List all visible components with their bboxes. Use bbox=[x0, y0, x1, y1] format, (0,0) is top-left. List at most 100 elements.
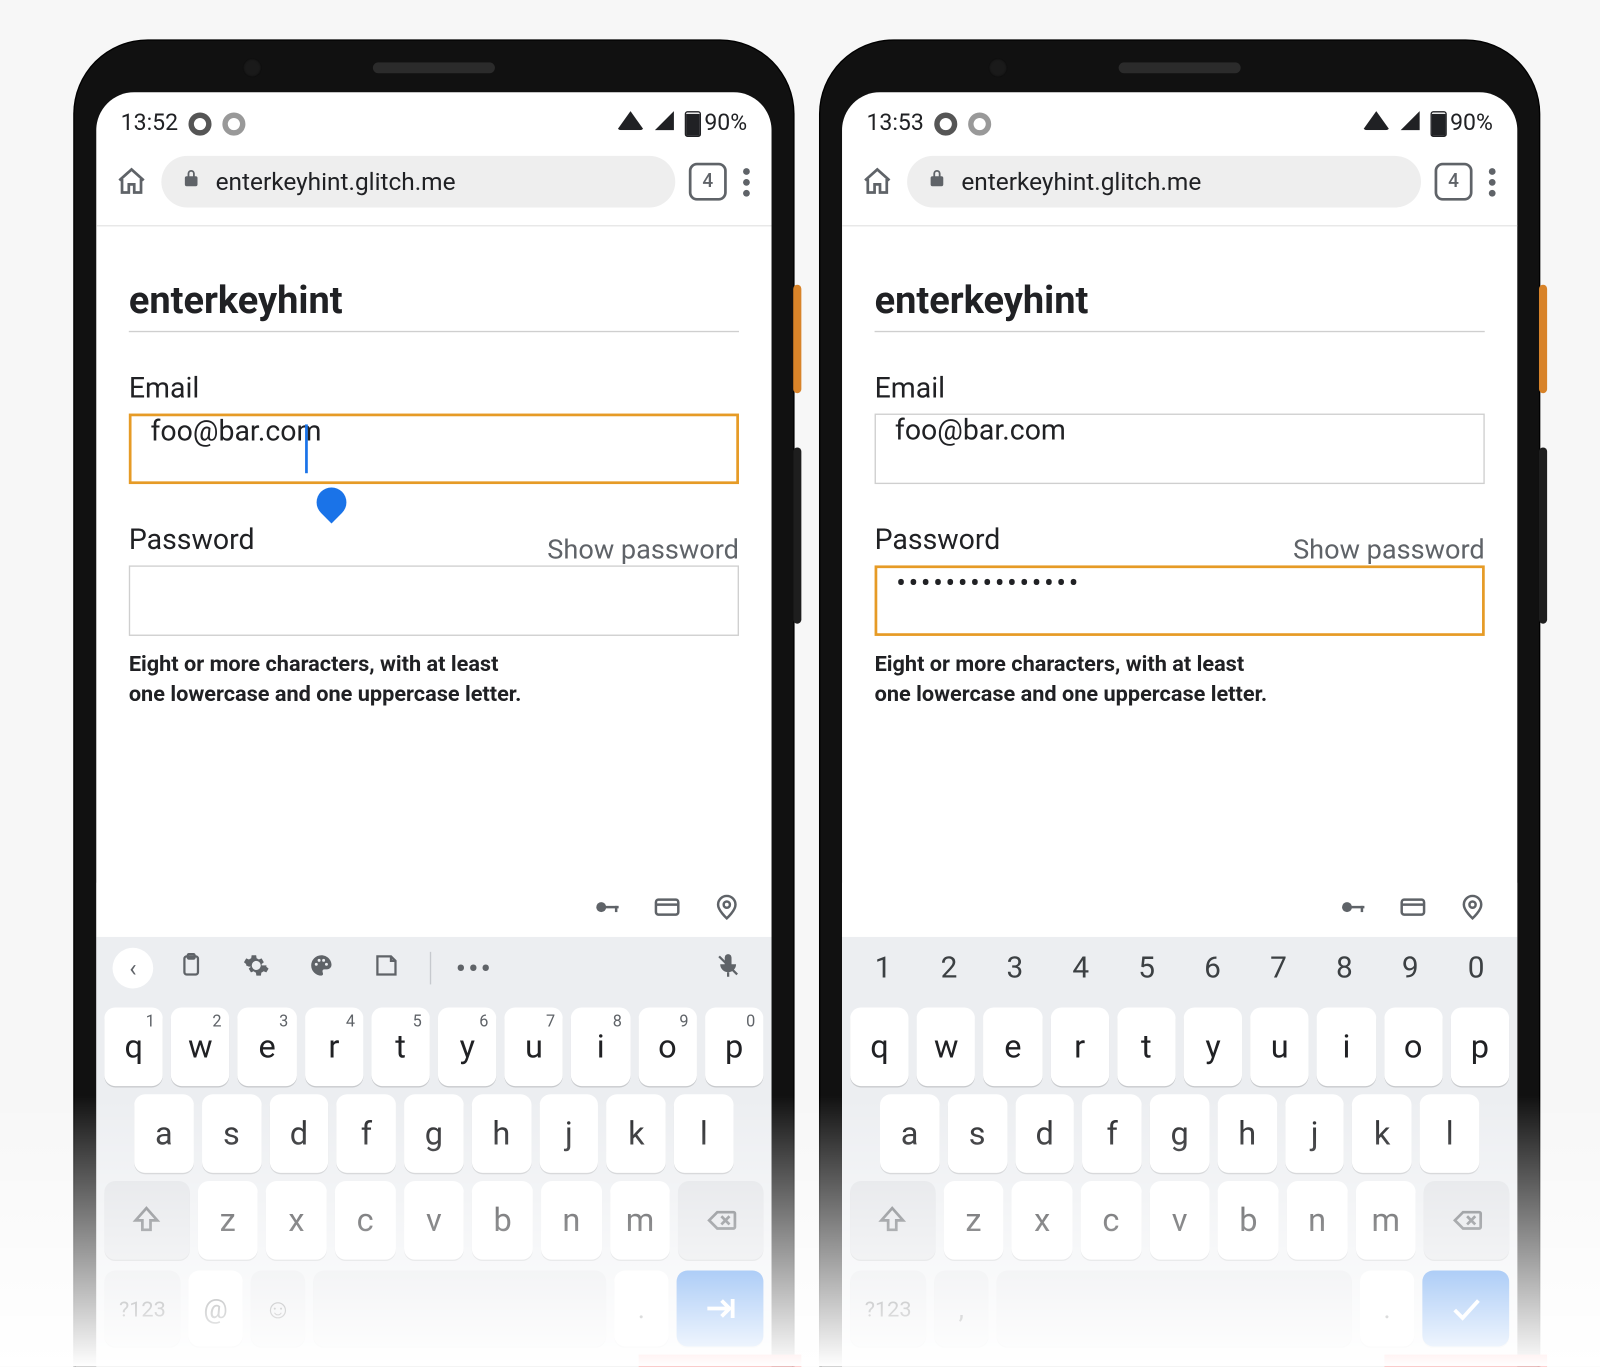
key-m[interactable]: m bbox=[610, 1181, 671, 1260]
key-y[interactable]: y bbox=[1184, 1007, 1243, 1086]
key-d[interactable]: d bbox=[269, 1094, 328, 1173]
key-period[interactable]: . bbox=[614, 1271, 668, 1347]
key-icon[interactable] bbox=[593, 892, 623, 929]
emoji-key-icon[interactable]: ☺ bbox=[251, 1271, 305, 1347]
key-l[interactable]: l bbox=[674, 1094, 733, 1173]
email-input[interactable]: foo@bar.com bbox=[129, 414, 739, 485]
spacebar-key[interactable] bbox=[313, 1271, 606, 1347]
tab-switcher[interactable]: 4 bbox=[689, 163, 727, 201]
key-q[interactable]: q bbox=[850, 1007, 909, 1086]
mic-off-icon[interactable] bbox=[701, 951, 755, 985]
key-h[interactable]: h bbox=[1217, 1094, 1276, 1173]
key-o[interactable]: o9 bbox=[638, 1007, 697, 1086]
key-n[interactable]: n bbox=[1287, 1181, 1348, 1260]
password-input[interactable] bbox=[129, 565, 739, 636]
tab-switcher[interactable]: 4 bbox=[1435, 163, 1473, 201]
key-i[interactable]: i bbox=[1317, 1007, 1376, 1086]
key-b[interactable]: b bbox=[472, 1181, 533, 1260]
key-b[interactable]: b bbox=[1218, 1181, 1279, 1260]
key-p[interactable]: p0 bbox=[705, 1007, 764, 1086]
key-5[interactable]: 5 bbox=[1114, 951, 1180, 985]
more-icon[interactable]: ••• bbox=[447, 952, 501, 985]
key-period[interactable]: . bbox=[1360, 1271, 1414, 1347]
key-icon[interactable] bbox=[1338, 892, 1368, 929]
key-9[interactable]: 9 bbox=[1377, 951, 1443, 985]
key-0[interactable]: 0 bbox=[1443, 951, 1509, 985]
key-g[interactable]: g bbox=[404, 1094, 463, 1173]
overflow-menu-icon[interactable] bbox=[740, 162, 752, 201]
key-r[interactable]: r bbox=[1050, 1007, 1109, 1086]
password-input[interactable]: ••••••••••••••• bbox=[875, 565, 1485, 636]
url-bar[interactable]: enterkeyhint.glitch.me bbox=[161, 156, 675, 208]
key-c[interactable]: c bbox=[335, 1181, 396, 1260]
key-a[interactable]: a bbox=[134, 1094, 193, 1173]
show-password-toggle[interactable]: Show password bbox=[547, 533, 739, 566]
shift-key-icon[interactable] bbox=[104, 1181, 189, 1260]
overflow-menu-icon[interactable] bbox=[1486, 162, 1498, 201]
key-e[interactable]: e3 bbox=[238, 1007, 297, 1086]
email-input[interactable]: foo@bar.com bbox=[875, 414, 1485, 485]
shift-key-icon[interactable] bbox=[850, 1181, 935, 1260]
payment-icon[interactable] bbox=[1398, 892, 1428, 929]
clipboard-icon[interactable] bbox=[164, 951, 218, 985]
key-u[interactable]: u7 bbox=[505, 1007, 564, 1086]
key-2[interactable]: 2 bbox=[916, 951, 982, 985]
payment-icon[interactable] bbox=[652, 892, 682, 929]
key-o[interactable]: o bbox=[1384, 1007, 1443, 1086]
key-3[interactable]: 3 bbox=[982, 951, 1048, 985]
url-bar[interactable]: enterkeyhint.glitch.me bbox=[907, 156, 1421, 208]
sticker-icon[interactable] bbox=[359, 951, 413, 985]
symbols-switch-key[interactable]: ?123 bbox=[850, 1271, 926, 1347]
backspace-key-icon[interactable] bbox=[678, 1181, 763, 1260]
key-w[interactable]: w2 bbox=[171, 1007, 230, 1086]
key-h[interactable]: h bbox=[472, 1094, 531, 1173]
key-w[interactable]: w bbox=[917, 1007, 976, 1086]
key-d[interactable]: d bbox=[1015, 1094, 1074, 1173]
key-8[interactable]: 8 bbox=[1311, 951, 1377, 985]
key-e[interactable]: e bbox=[984, 1007, 1043, 1086]
enter-key-done[interactable] bbox=[1422, 1271, 1509, 1347]
key-z[interactable]: z bbox=[943, 1181, 1004, 1260]
key-x[interactable]: x bbox=[1012, 1181, 1073, 1260]
address-icon[interactable] bbox=[1458, 892, 1488, 929]
key-t[interactable]: t5 bbox=[371, 1007, 430, 1086]
address-icon[interactable] bbox=[712, 892, 742, 929]
key-4[interactable]: 4 bbox=[1048, 951, 1114, 985]
settings-icon[interactable] bbox=[229, 951, 283, 985]
key-n[interactable]: n bbox=[541, 1181, 602, 1260]
key-1[interactable]: 1 bbox=[850, 951, 916, 985]
key-m[interactable]: m bbox=[1356, 1181, 1417, 1260]
spacebar-key[interactable] bbox=[997, 1271, 1352, 1347]
key-g[interactable]: g bbox=[1150, 1094, 1209, 1173]
key-z[interactable]: z bbox=[197, 1181, 258, 1260]
home-icon[interactable] bbox=[115, 165, 148, 198]
enter-key-next[interactable] bbox=[677, 1271, 764, 1347]
key-f[interactable]: f bbox=[1082, 1094, 1141, 1173]
symbols-switch-key[interactable]: ?123 bbox=[104, 1271, 180, 1347]
key-l[interactable]: l bbox=[1420, 1094, 1479, 1173]
key-v[interactable]: v bbox=[404, 1181, 465, 1260]
key-j[interactable]: j bbox=[539, 1094, 598, 1173]
theme-icon[interactable] bbox=[294, 951, 348, 985]
key-at[interactable]: @ bbox=[188, 1271, 242, 1347]
key-r[interactable]: r4 bbox=[305, 1007, 364, 1086]
key-j[interactable]: j bbox=[1285, 1094, 1344, 1173]
key-u[interactable]: u bbox=[1250, 1007, 1309, 1086]
key-p[interactable]: p bbox=[1451, 1007, 1510, 1086]
key-a[interactable]: a bbox=[880, 1094, 939, 1173]
key-k[interactable]: k bbox=[1352, 1094, 1411, 1173]
key-t[interactable]: t bbox=[1117, 1007, 1176, 1086]
backspace-key-icon[interactable] bbox=[1424, 1181, 1509, 1260]
key-s[interactable]: s bbox=[202, 1094, 261, 1173]
key-k[interactable]: k bbox=[607, 1094, 666, 1173]
home-icon[interactable] bbox=[861, 165, 894, 198]
key-6[interactable]: 6 bbox=[1180, 951, 1246, 985]
show-password-toggle[interactable]: Show password bbox=[1293, 533, 1485, 566]
key-q[interactable]: q1 bbox=[104, 1007, 163, 1086]
collapse-toolbar-icon[interactable]: ‹ bbox=[113, 948, 154, 989]
key-comma[interactable]: , bbox=[934, 1271, 988, 1347]
key-y[interactable]: y6 bbox=[438, 1007, 497, 1086]
key-f[interactable]: f bbox=[337, 1094, 396, 1173]
key-i[interactable]: i8 bbox=[571, 1007, 630, 1086]
key-7[interactable]: 7 bbox=[1246, 951, 1312, 985]
